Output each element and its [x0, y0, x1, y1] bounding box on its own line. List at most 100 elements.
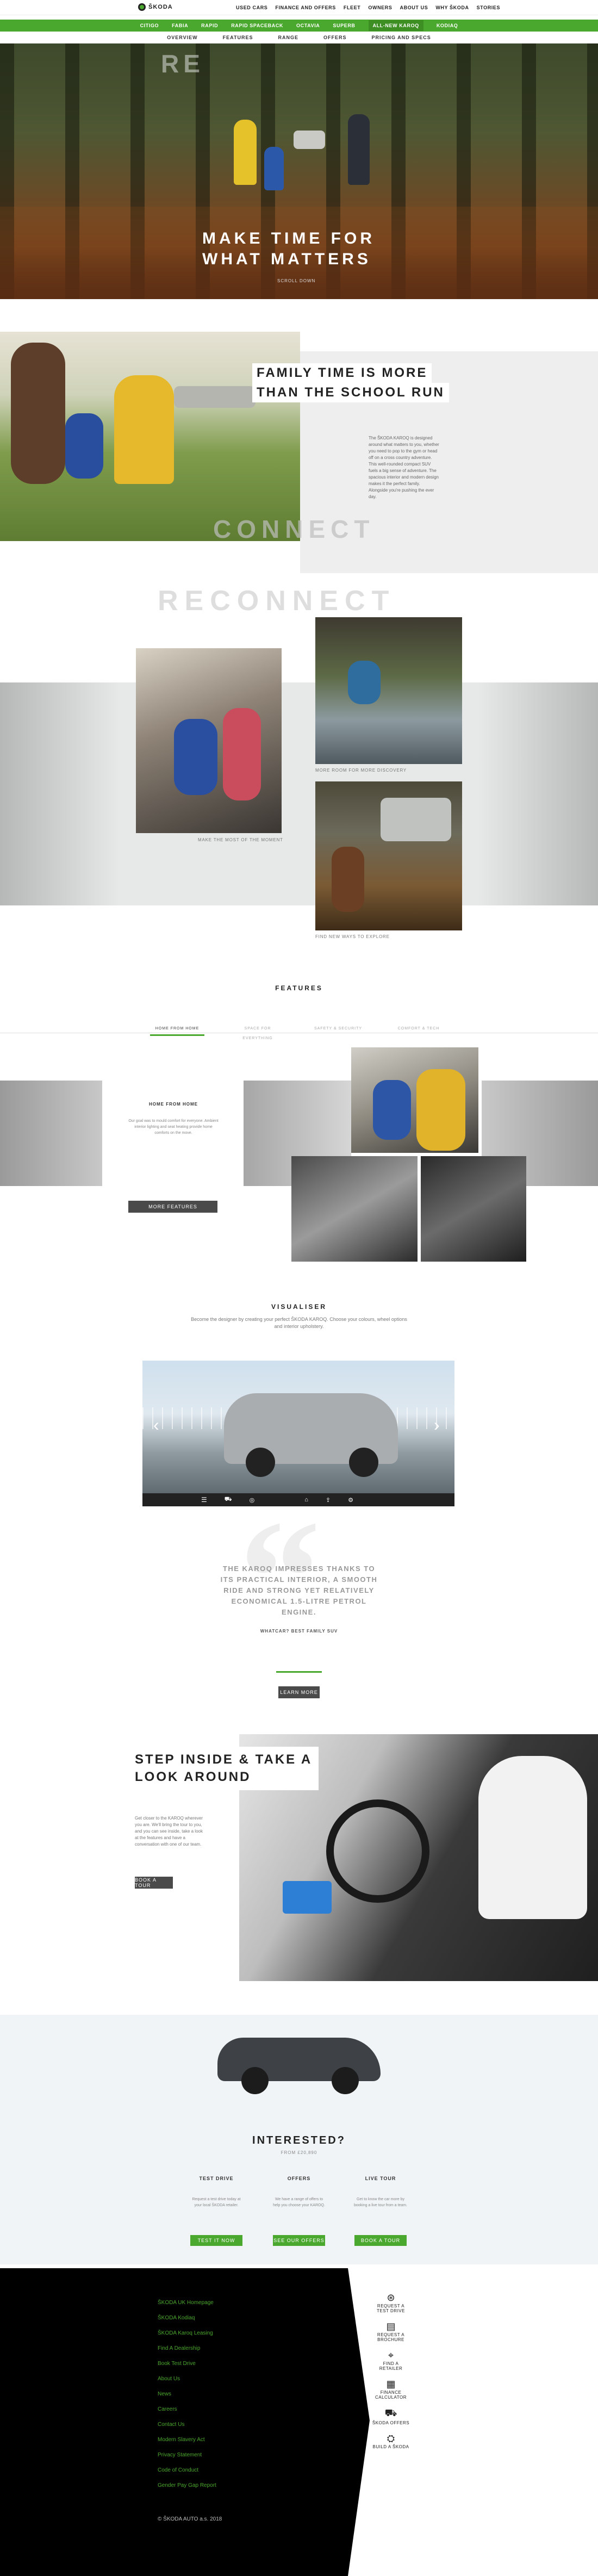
- features-panel-body: Our goal was to mould comfort for everyo…: [128, 1119, 219, 1135]
- footer-link-homepage[interactable]: ŠKODA UK Homepage: [158, 2295, 216, 2311]
- footer-brochure[interactable]: ▤ REQUEST A BROCHURE: [372, 2321, 410, 2342]
- top-link-about[interactable]: ABOUT US: [400, 5, 428, 10]
- footer-test-drive[interactable]: ⊛ REQUEST A TEST DRIVE: [372, 2292, 410, 2313]
- subnav-overview[interactable]: OVERVIEW: [167, 35, 197, 40]
- model-tab-rapid[interactable]: RAPID: [201, 23, 218, 28]
- model-tab-citigo[interactable]: CITIGO: [140, 23, 159, 28]
- feature-tab-safety[interactable]: SAFETY & SECURITY: [311, 1022, 365, 1032]
- footer-finance[interactable]: ▦ FINANCE CALCULATOR: [372, 2379, 410, 2400]
- top-link-stories[interactable]: STORIES: [477, 5, 501, 10]
- family-title-line-2: THAN THE SCHOOL RUN: [252, 383, 449, 402]
- footer-link-dealership[interactable]: Find A Dealership: [158, 2341, 216, 2356]
- footer-link-privacy[interactable]: Privacy Statement: [158, 2448, 216, 2463]
- feature-photo-controls: [421, 1156, 526, 1262]
- caption-roof: MORE ROOM FOR MORE DISCOVERY: [315, 768, 407, 773]
- footer-link-contact[interactable]: Contact Us: [158, 2417, 216, 2432]
- model-tab-rapid-spaceback[interactable]: RAPID SPACEBACK: [231, 23, 283, 28]
- step-inside-title-line-2: LOOK AROUND: [135, 1770, 251, 1784]
- family-body: The ŠKODA KAROQ is designed around what …: [369, 436, 439, 499]
- footer-link-slavery-act[interactable]: Modern Slavery Act: [158, 2432, 216, 2448]
- reconnect-photo-boot: [136, 648, 282, 833]
- footer-copyright: © ŠKODA AUTO a.s. 2018: [158, 2516, 222, 2522]
- live-tour-title: LIVE TOUR: [365, 2176, 396, 2181]
- quote-divider: [276, 1671, 322, 1673]
- calculator-icon: ▦: [386, 2379, 396, 2389]
- hero-watermark: RE: [161, 49, 204, 78]
- footer-link-kodiaq[interactable]: ŠKODA Kodiaq: [158, 2311, 216, 2326]
- visualiser-prev-button[interactable]: ‹: [153, 1415, 159, 1435]
- interested-price: FROM £20,890: [281, 2150, 317, 2155]
- scroll-indicator[interactable]: SCROLL DOWN: [277, 278, 315, 283]
- offers-col: OFFERS We have a range of offers to help…: [272, 2176, 326, 2208]
- offers-body: We have a range of offers to help you ch…: [273, 2198, 325, 2207]
- footer-link-careers[interactable]: Careers: [158, 2402, 216, 2417]
- visualiser-next-button[interactable]: ›: [434, 1415, 440, 1435]
- offers-button[interactable]: SEE OUR OFFERS: [273, 2235, 325, 2246]
- car-icon: ⛟: [384, 2407, 397, 2418]
- visualiser-body: Become the designer by creating your per…: [191, 1317, 407, 1329]
- reconnect-photo-forest: [315, 781, 462, 930]
- settings-icon[interactable]: ⚙: [348, 1497, 353, 1504]
- top-links: USED CARS FINANCE AND OFFERS FLEET OWNER…: [236, 5, 500, 10]
- family-title: FAMILY TIME IS MORE THAN THE SCHOOL RUN: [252, 363, 449, 402]
- test-drive-title: TEST DRIVE: [199, 2176, 234, 2181]
- test-drive-body: Request a test drive today at your local…: [192, 2198, 241, 2207]
- footer-link-conduct[interactable]: Code of Conduct: [158, 2463, 216, 2478]
- feature-tab-comfort[interactable]: COMFORT & TECH: [391, 1022, 446, 1032]
- footer-link-about[interactable]: About Us: [158, 2372, 216, 2387]
- location-pin-icon: ⌖: [388, 2350, 394, 2361]
- hero-people: [212, 114, 397, 239]
- car-icon[interactable]: ⛟: [225, 1496, 232, 1504]
- feature-photo-family: [351, 1047, 478, 1153]
- model-tab-karoq[interactable]: ALL-NEW KAROQ: [368, 20, 423, 31]
- model-tab-octavia[interactable]: OCTAVIA: [296, 23, 320, 28]
- subnav-pricing[interactable]: PRICING AND SPECS: [372, 35, 431, 40]
- footer-link-gender-pay[interactable]: Gender Pay Gap Report: [158, 2478, 216, 2493]
- share-icon[interactable]: ⇪: [326, 1497, 331, 1504]
- footer-link-news[interactable]: News: [158, 2387, 216, 2402]
- brochure-icon: ▤: [386, 2321, 396, 2332]
- test-drive-button[interactable]: TEST IT NOW: [190, 2235, 242, 2246]
- subnav-offers[interactable]: OFFERS: [323, 35, 347, 40]
- footer-link-test-drive[interactable]: Book Test Drive: [158, 2356, 216, 2372]
- model-tab-kodiaq[interactable]: KODIAQ: [437, 23, 458, 28]
- book-tour-button[interactable]: BOOK A TOUR: [135, 1877, 173, 1889]
- model-tab-fabia[interactable]: FABIA: [172, 23, 188, 28]
- top-link-used-cars[interactable]: USED CARS: [236, 5, 267, 10]
- quote-text: THE KAROQ IMPRESSES THANKS TO ITS PRACTI…: [220, 1565, 378, 1616]
- footer-links: ŠKODA UK Homepage ŠKODA Kodiaq ŠKODA Kar…: [158, 2295, 216, 2493]
- hero-image: RE MAKE TIME FOR WHAT MATTERS SCROLL DOW…: [0, 44, 598, 299]
- skoda-logo[interactable]: ŠKODA: [138, 3, 173, 11]
- family-title-line-1: FAMILY TIME IS MORE: [252, 363, 432, 383]
- menu-icon[interactable]: ☰: [201, 1496, 207, 1504]
- feature-tab-space[interactable]: SPACE FOR EVERYTHING: [231, 1022, 285, 1042]
- live-tour-col: LIVE TOUR Get to know the car more by bo…: [353, 2176, 408, 2208]
- features-tabs: HOME FROM HOME SPACE FOR EVERYTHING SAFE…: [0, 1022, 598, 1040]
- feature-tab-home[interactable]: HOME FROM HOME: [150, 1022, 204, 1036]
- quote-source: WHATCAR? BEST FAMILY SUV: [260, 1629, 338, 1634]
- top-link-finance[interactable]: FINANCE AND OFFERS: [275, 5, 335, 10]
- reconnect-watermark: RECONNECT: [158, 585, 396, 617]
- live-tour-button[interactable]: BOOK A TOUR: [354, 2235, 407, 2246]
- reconnect-grey-band: [0, 682, 598, 905]
- top-link-fleet[interactable]: FLEET: [344, 5, 361, 10]
- visualiser-stage: ‹ ›: [142, 1361, 454, 1493]
- top-link-owners[interactable]: OWNERS: [368, 5, 392, 10]
- features-panel-title: HOME FROM HOME: [149, 1102, 198, 1107]
- interested-heading: INTERESTED?: [252, 2134, 346, 2146]
- learn-more-button[interactable]: LEARN MORE: [278, 1686, 320, 1698]
- top-link-why-skoda[interactable]: WHY ŠKODA: [435, 5, 469, 10]
- hero-line-1: MAKE TIME FOR: [202, 229, 375, 247]
- caption-forest: FIND NEW WAYS TO EXPLORE: [315, 934, 390, 939]
- footer-offers[interactable]: ⛟ ŠKODA OFFERS: [372, 2407, 410, 2425]
- connect-watermark: CONNECT: [213, 515, 375, 543]
- footer-build[interactable]: ⛭ BUILD A ŠKODA: [372, 2433, 410, 2449]
- step-inside-title-line-1: STEP INSIDE & TAKE A: [135, 1752, 313, 1767]
- model-tab-superb[interactable]: SUPERB: [333, 23, 355, 28]
- more-features-button[interactable]: MORE FEATURES: [128, 1201, 217, 1213]
- footer-retailer[interactable]: ⌖ FIND A RETAILER: [372, 2350, 410, 2371]
- reconnect-photo-roof: [315, 617, 462, 764]
- subnav-features[interactable]: FEATURES: [223, 35, 253, 40]
- footer-link-leasing[interactable]: ŠKODA Karoq Leasing: [158, 2326, 216, 2341]
- subnav-range[interactable]: RANGE: [278, 35, 298, 40]
